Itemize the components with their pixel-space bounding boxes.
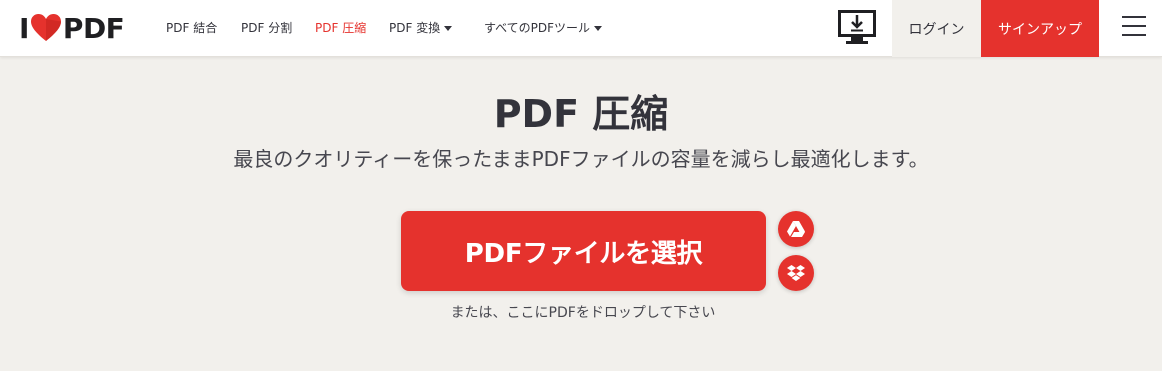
chevron-down-icon [444, 26, 453, 31]
nav-convert-pdf[interactable]: PDF 変換 [389, 19, 453, 37]
page-title: PDF 圧縮 [493, 92, 669, 136]
nav-all-tools-label: すべてのPDFツール [484, 21, 591, 35]
hamburger-menu-icon[interactable] [1122, 16, 1146, 38]
select-pdf-files-button[interactable]: PDFファイルを選択 [401, 211, 766, 291]
desktop-download-icon[interactable] [838, 10, 876, 46]
dropbox-button[interactable] [778, 255, 814, 291]
nav-compress-pdf[interactable]: PDF 圧縮 [315, 19, 366, 37]
nav-convert-label: PDF 変換 [389, 21, 441, 35]
google-drive-button[interactable] [778, 211, 814, 247]
dropbox-icon [787, 265, 805, 281]
logo-text-i: I [19, 11, 29, 45]
page-subtitle: 最良のクオリティーを保ったままPDFファイルの容量を減らし最適化します。 [233, 147, 929, 171]
nav-split-pdf[interactable]: PDF 分割 [241, 19, 292, 37]
signup-button[interactable]: サインアップ [981, 0, 1099, 57]
nav-all-pdf-tools[interactable]: すべてのPDFツール [484, 19, 603, 37]
top-navigation-bar: I PDF PDF 結合 PDF 分割 PDF 圧縮 PDF 変換 すべてのPD… [0, 0, 1162, 57]
chevron-down-icon [594, 26, 603, 31]
login-button[interactable]: ログイン [892, 0, 981, 57]
nav-merge-pdf[interactable]: PDF 結合 [166, 19, 217, 37]
ilovepdf-logo[interactable]: I PDF [19, 11, 125, 45]
drop-zone-hint: または、ここにPDFをドロップして下さい [450, 305, 716, 321]
logo-text-pdf: PDF [62, 11, 125, 45]
google-drive-icon [787, 221, 805, 237]
heart-logo-icon [30, 14, 61, 41]
